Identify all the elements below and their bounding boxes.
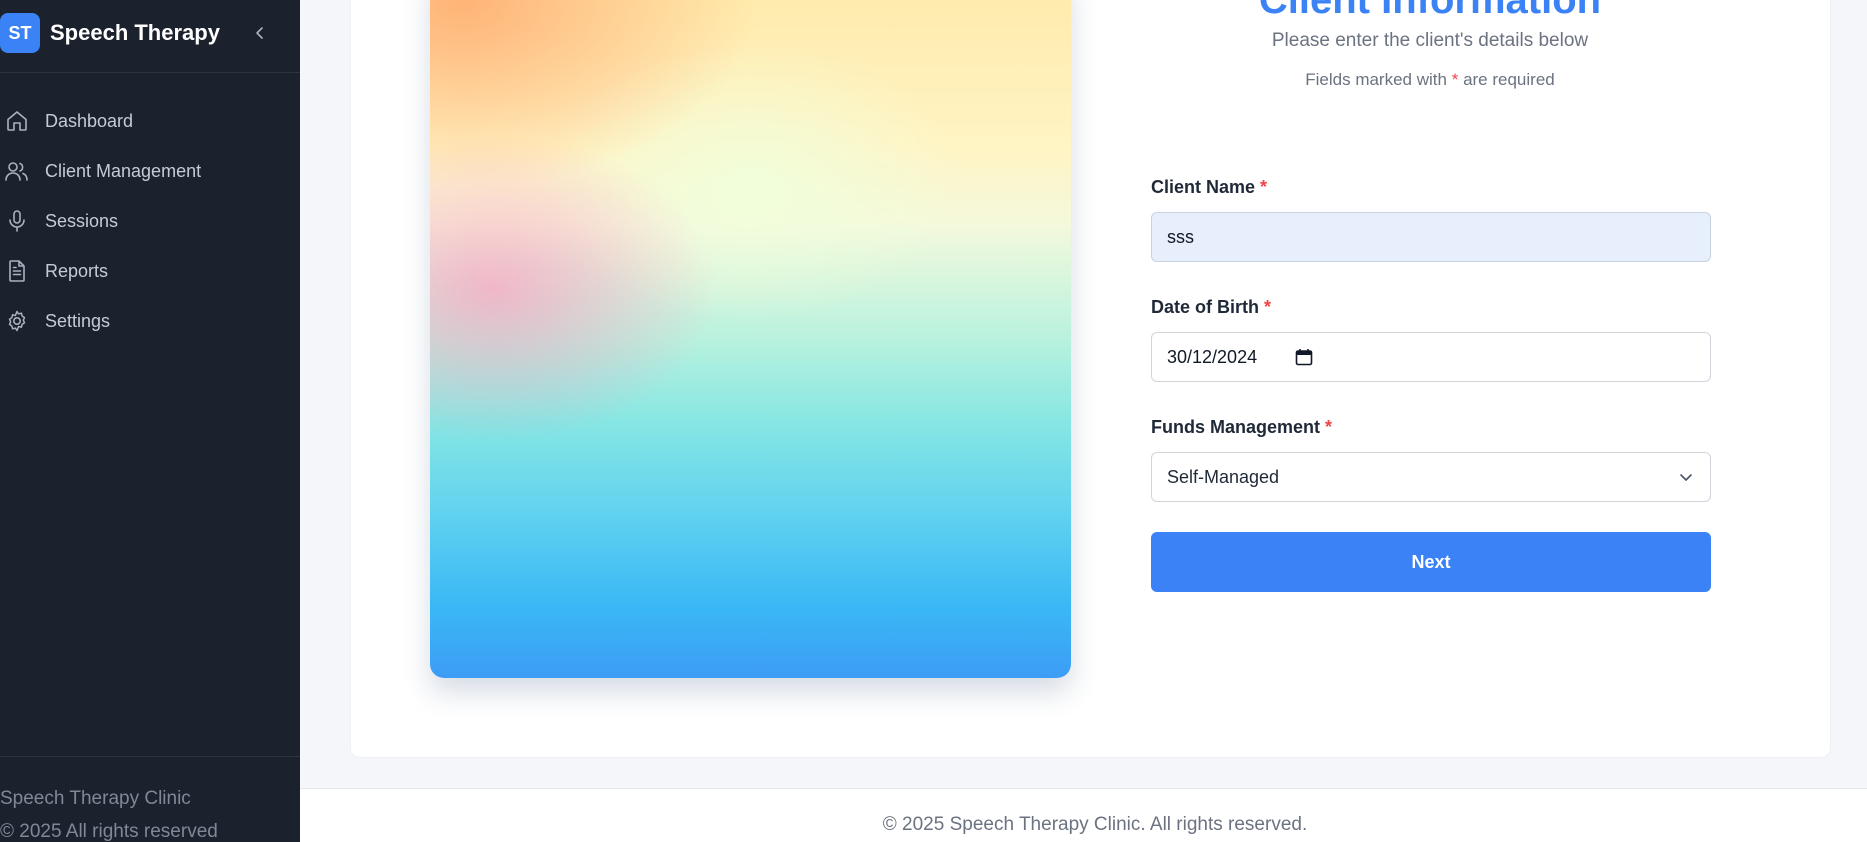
chevron-down-icon [1678, 469, 1694, 490]
brand-logo: ST [0, 13, 40, 53]
client-name-input[interactable]: sss [1151, 212, 1711, 262]
sidebar-item-label: Settings [45, 310, 111, 331]
required-star: * [1264, 297, 1272, 317]
sidebar-item-label: Dashboard [45, 110, 134, 131]
users-icon [2, 156, 32, 186]
sidebar-footer: Speech Therapy Clinic © 2025 All rights … [0, 782, 218, 842]
required-star: * [1451, 70, 1459, 89]
sidebar-item-label: Reports [45, 260, 109, 281]
required-note-suffix: are required [1463, 70, 1555, 89]
dob-value: 30/12/2024 [1167, 346, 1258, 367]
funds-management-label: Funds Management * [1151, 417, 1332, 438]
sidebar-item-settings[interactable]: Settings [0, 296, 300, 346]
next-button[interactable]: Next [1151, 532, 1711, 592]
sidebar: ST Speech Therapy Dashboard Client Manag… [0, 0, 300, 842]
brand[interactable]: ST Speech Therapy [0, 13, 220, 53]
microphone-icon [2, 206, 32, 236]
required-star: * [1325, 417, 1333, 437]
sidebar-nav: Dashboard Client Management Sessions Rep… [0, 96, 300, 346]
document-icon [2, 256, 32, 286]
dob-input[interactable]: 30/12/2024 [1151, 332, 1711, 382]
required-star: * [1260, 177, 1268, 197]
sidebar-footer-divider [0, 756, 300, 757]
gear-icon [2, 306, 32, 336]
brand-name: Speech Therapy [50, 20, 220, 45]
calendar-icon[interactable] [1295, 348, 1313, 371]
client-name-value: sss [1167, 226, 1194, 247]
sidebar-item-sessions[interactable]: Sessions [0, 196, 300, 246]
home-icon [2, 106, 32, 136]
sidebar-footer-clinic: Speech Therapy Clinic [0, 788, 191, 809]
funds-management-value: Self-Managed [1167, 466, 1280, 487]
hero-gradient-image [430, 0, 1071, 678]
dob-label: Date of Birth * [1151, 297, 1271, 318]
chevron-left-icon [256, 27, 263, 39]
page-footer: © 2025 Speech Therapy Clinic. All rights… [300, 788, 1867, 842]
sidebar-footer-copyright: © 2025 All rights reserved [0, 821, 218, 842]
client-name-label-text: Client Name [1151, 177, 1256, 197]
client-name-label: Client Name * [1151, 177, 1267, 198]
funds-management-label-text: Funds Management [1151, 417, 1321, 437]
page-title: Client Information [1258, 0, 1602, 22]
sidebar-divider [0, 72, 300, 73]
footer-copyright: © 2025 Speech Therapy Clinic. All rights… [882, 814, 1308, 835]
funds-management-select[interactable]: Self-Managed [1151, 452, 1711, 502]
dob-label-text: Date of Birth [1151, 297, 1259, 317]
collapse-sidebar-button[interactable] [251, 22, 269, 44]
sidebar-item-label: Sessions [45, 210, 119, 231]
required-fields-note: Fields marked with * are required [1100, 70, 1760, 90]
sidebar-item-label: Client Management [45, 160, 202, 181]
sidebar-item-dashboard[interactable]: Dashboard [0, 96, 300, 146]
page-subtitle: Please enter the client's details below [1271, 30, 1589, 51]
required-note-prefix: Fields marked with [1305, 70, 1447, 89]
sidebar-item-reports[interactable]: Reports [0, 246, 300, 296]
sidebar-item-client-management[interactable]: Client Management [0, 146, 300, 196]
